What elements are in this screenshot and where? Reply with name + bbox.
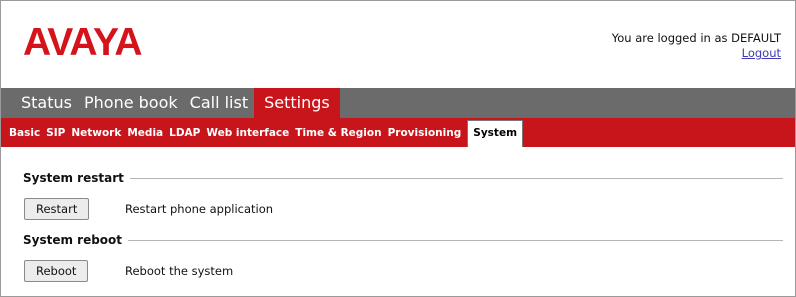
main-nav: Status Phone book Call list Settings: [1, 88, 795, 118]
logged-in-text: You are logged in as DEFAULT: [611, 31, 781, 45]
reboot-description: Reboot the system: [125, 264, 234, 278]
settings-subnav: Basic SIP Network Media LDAP Web interfa…: [1, 118, 795, 147]
page-frame: AVAYA You are logged in as DEFAULT Logou…: [0, 0, 796, 297]
subtab-network[interactable]: Network: [68, 127, 124, 147]
subtab-basic[interactable]: Basic: [6, 127, 43, 147]
avaya-logo: AVAYA: [23, 21, 143, 64]
subtab-ldap[interactable]: LDAP: [166, 127, 203, 147]
login-status: You are logged in as DEFAULT Logout: [612, 31, 781, 61]
header: AVAYA You are logged in as DEFAULT Logou…: [1, 1, 795, 87]
subtab-provisioning[interactable]: Provisioning: [385, 127, 465, 147]
subtab-time-region[interactable]: Time & Region: [292, 127, 384, 147]
tab-status[interactable]: Status: [15, 88, 78, 118]
reboot-button[interactable]: Reboot: [24, 260, 89, 282]
subtab-sip[interactable]: SIP: [43, 127, 68, 147]
section-title: System restart: [23, 171, 124, 185]
section-divider: [129, 177, 783, 179]
tab-phone-book[interactable]: Phone book: [78, 88, 184, 118]
restart-button[interactable]: Restart: [24, 198, 90, 220]
section-system-restart: System restart: [23, 171, 783, 185]
section-system-reboot: System reboot: [23, 233, 783, 247]
subtab-media[interactable]: Media: [124, 127, 166, 147]
restart-description: Restart phone application: [125, 202, 274, 216]
tab-call-list[interactable]: Call list: [184, 88, 254, 118]
subtab-system[interactable]: System: [467, 120, 524, 147]
subtab-web-interface[interactable]: Web interface: [203, 127, 292, 147]
tab-settings[interactable]: Settings: [254, 88, 340, 118]
section-divider: [128, 239, 783, 241]
logout-link[interactable]: Logout: [742, 46, 781, 61]
section-title: System reboot: [23, 233, 123, 247]
